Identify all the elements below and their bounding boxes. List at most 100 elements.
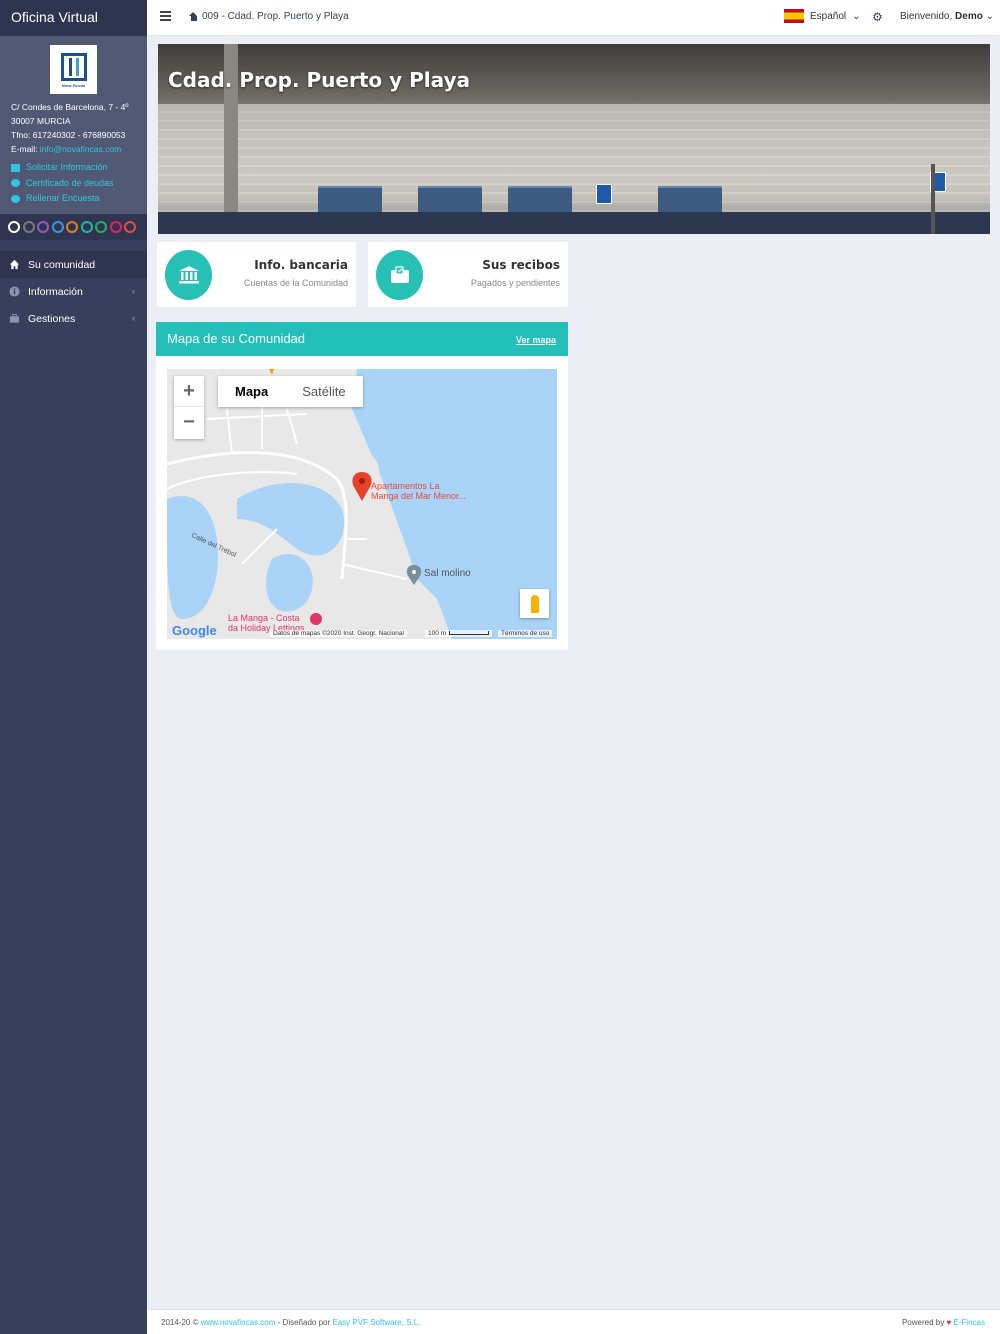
home-icon	[189, 12, 198, 21]
card-title: Sus recibos	[482, 258, 560, 272]
info-icon	[9, 286, 20, 297]
street-view-pegman-icon[interactable]	[520, 589, 549, 618]
survey-icon	[11, 194, 20, 203]
company-website-link[interactable]: www.novafincas.com	[201, 1318, 276, 1327]
sidebar-item-gestiones[interactable]: Gestiones ‹	[0, 305, 147, 332]
designed-by-text: - Diseñado por	[277, 1318, 331, 1327]
accessibility-sign-icon	[596, 184, 612, 204]
chevron-down-icon: ⌄	[852, 10, 861, 22]
terms-link[interactable]: Términos de uso	[498, 630, 553, 637]
page-title: Cdad. Prop. Puerto y Playa	[168, 68, 471, 92]
theme-swatch[interactable]	[8, 221, 20, 233]
theme-swatch[interactable]	[51, 221, 64, 233]
marker-label-line2: Manga del Mar Menor...	[371, 491, 467, 501]
company-logo: Nova Fincas	[50, 45, 97, 94]
community-map-panel: Mapa de su Comunidad Ver mapa Apartament…	[156, 322, 568, 650]
breadcrumb-community[interactable]: 009 - Cdad. Prop. Puerto y Playa	[202, 11, 349, 22]
receipts-card[interactable]: Sus recibos Pagados y pendientes	[368, 242, 568, 307]
building-icon	[60, 53, 87, 81]
bank-info-card[interactable]: Info. bancaria Cuentas de la Comunidad	[157, 242, 356, 307]
banner-photo-pole	[931, 164, 935, 234]
map-attribution: Google Datos de mapas ©2020 Inst. Geogr.…	[167, 623, 557, 639]
hotel-label-line1: La Manga - Costa	[228, 613, 300, 623]
map-data-credit: Datos de mapas ©2020 Inst. Geogr. Nacion…	[270, 630, 407, 637]
scale-bar-icon	[449, 631, 490, 636]
sidebar-item-label: Gestiones	[28, 312, 76, 325]
sidebar-item-informacion[interactable]: Información ‹	[0, 278, 147, 305]
request-info-link[interactable]: Solicitar Información	[11, 160, 136, 176]
theme-color-picker	[0, 214, 147, 240]
gear-icon[interactable]: ⚙	[872, 10, 883, 24]
map-panel-title: Mapa de su Comunidad	[167, 331, 306, 346]
poi-label[interactable]: Sal molino	[424, 569, 471, 579]
language-selector[interactable]: Español ⌄	[784, 9, 861, 23]
top-navbar: 009 - Cdad. Prop. Puerto y Playa Español…	[147, 0, 1000, 36]
menu-toggle-icon[interactable]	[160, 11, 171, 22]
home-icon	[9, 259, 20, 270]
app-brand[interactable]: Oficina Virtual	[0, 0, 147, 36]
google-map[interactable]: Apartamentos La Manga del Mar Menor... S…	[167, 369, 557, 639]
theme-swatch[interactable]	[22, 221, 35, 233]
theme-swatch[interactable]	[66, 221, 78, 233]
email-link[interactable]: info@novafincas.com	[40, 144, 121, 154]
map-type-satellite-button[interactable]: Satélite	[285, 376, 362, 407]
theme-swatch[interactable]	[37, 221, 49, 233]
wallet-icon	[376, 250, 423, 300]
survey-link[interactable]: Rellenar Encuesta	[11, 191, 136, 207]
chevron-left-icon: ‹	[132, 286, 135, 296]
sidebar-item-su-comunidad[interactable]: Su comunidad	[0, 251, 147, 278]
phone: Tfno: 617240302 - 676890053	[11, 130, 126, 140]
google-logo: Google	[172, 623, 217, 638]
copyright-text: 2014-20 ©	[161, 1318, 199, 1327]
zoom-in-button[interactable]: +	[174, 376, 204, 407]
community-banner: Cdad. Prop. Puerto y Playa	[158, 44, 990, 234]
theme-swatch[interactable]	[80, 221, 93, 233]
card-subtitle: Pagados y pendientes	[470, 278, 560, 288]
map-scale-label: 100 m	[428, 630, 447, 637]
efincas-link[interactable]: E-Fincas	[953, 1318, 985, 1327]
email-label: E-mail:	[11, 144, 38, 154]
map-panel-header: Mapa de su Comunidad Ver mapa	[156, 322, 568, 356]
survey-label: Rellenar Encuesta	[26, 193, 100, 203]
view-map-link[interactable]: Ver mapa	[516, 335, 556, 345]
map-scale: 100 m	[425, 630, 493, 637]
community-marker-label[interactable]: Apartamentos La Manga del Mar Menor...	[371, 481, 466, 501]
certificate-icon	[11, 179, 20, 188]
card-title: Info. bancaria	[254, 258, 348, 272]
map-canvas	[167, 369, 452, 639]
debt-certificate-link[interactable]: Certificado de deudas	[11, 176, 136, 192]
quick-links: Solicitar Información Certificado de deu…	[0, 156, 147, 207]
heart-icon: ♥	[946, 1318, 952, 1327]
map-type-map-button[interactable]: Mapa	[218, 376, 285, 407]
company-profile: Nova Fincas C/ Condes de Barcelona, 7 - …	[0, 36, 147, 214]
designer-link[interactable]: Easy PVF Software, S.L.	[332, 1318, 420, 1327]
welcome-text: Bienvenido,	[900, 11, 953, 22]
sidebar-item-label: Su comunidad	[28, 258, 96, 271]
banner-photo-wall	[158, 104, 990, 214]
banner-photo-ground	[158, 212, 990, 234]
chevron-left-icon: ‹	[132, 313, 135, 323]
map-zoom-controls: + −	[174, 376, 204, 439]
zoom-out-button[interactable]: −	[174, 407, 204, 438]
sidebar-item-label: Información	[28, 285, 83, 298]
user-name: Demo	[955, 11, 983, 22]
sidebar: Oficina Virtual Nova Fincas C/ Condes de…	[0, 0, 147, 1334]
debt-certificate-label: Certificado de deudas	[26, 177, 114, 188]
theme-swatch[interactable]	[109, 221, 122, 233]
chevron-down-icon: ⌄	[985, 11, 995, 22]
theme-swatch[interactable]	[95, 221, 107, 233]
footer: 2014-20 © www.novafincas.com - Diseñado …	[147, 1309, 1000, 1334]
bank-icon	[165, 250, 212, 300]
theme-swatch[interactable]	[124, 221, 136, 233]
logo-text: Nova Fincas	[61, 83, 86, 88]
user-menu[interactable]: Bienvenido, Demo ⌄	[900, 11, 994, 22]
map-type-control: Mapa Satélite	[218, 376, 363, 407]
address-line1: C/ Condes de Barcelona, 7 - 4º	[11, 102, 129, 112]
breadcrumb: 009 - Cdad. Prop. Puerto y Playa	[189, 11, 349, 22]
contact-info: C/ Condes de Barcelona, 7 - 4º 30007 MUR…	[0, 94, 147, 156]
envelope-icon	[11, 163, 20, 172]
powered-by-text: Powered by	[901, 1318, 945, 1327]
powered-by: Powered by ♥ E-Fincas	[902, 1318, 985, 1327]
language-label: Español	[810, 10, 847, 22]
footer-credits: 2014-20 © www.novafincas.com - Diseñado …	[161, 1318, 420, 1327]
